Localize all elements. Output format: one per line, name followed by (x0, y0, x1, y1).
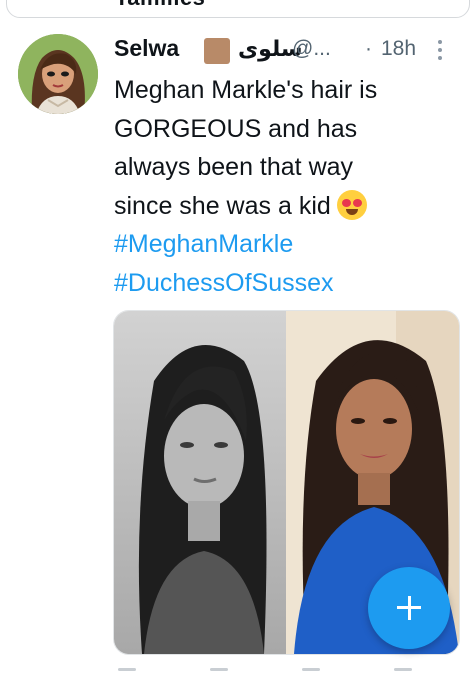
like-icon[interactable] (302, 668, 320, 671)
display-name[interactable]: Selwa (114, 35, 179, 62)
previous-tweet-text: Tamilies (115, 0, 205, 11)
avatar-illustration (18, 34, 98, 114)
tweet-text-line-with-emoji: since she was a kid (114, 187, 464, 226)
avatar[interactable] (18, 34, 98, 114)
separator-dot: · (365, 37, 372, 60)
brown-square-emoji-icon (204, 38, 230, 64)
share-icon[interactable] (394, 668, 412, 671)
tweet-text: Meghan Markle's hair is GORGEOUS and has… (114, 71, 464, 302)
compose-button[interactable] (368, 567, 450, 649)
tweet-text-line: GORGEOUS and has (114, 114, 358, 143)
hashtag-meghanmarkle-link[interactable]: #MeghanMarkle (114, 225, 464, 264)
retweet-icon[interactable] (210, 668, 228, 671)
tweet-header: Selwa سلوى @... · 18h (114, 34, 464, 68)
tweet-text-line: since she was a kid (114, 191, 331, 220)
action-bar-partial (114, 668, 464, 678)
tweet-time[interactable]: 18h (381, 37, 416, 61)
childhood-photo (114, 311, 286, 654)
hashtag-duchessofsussex-link[interactable]: #DuchessOfSussex (114, 264, 464, 303)
heart-eyes-emoji-icon (336, 189, 367, 220)
more-vertical-icon[interactable] (436, 38, 444, 62)
user-handle[interactable]: @... (292, 37, 331, 61)
previous-tweet-card[interactable]: Tamilies (6, 0, 470, 18)
tweet-text-line: Meghan Markle's hair is (114, 76, 378, 104)
reply-icon[interactable] (118, 668, 136, 671)
tweet-text-line: always been that way (114, 153, 354, 181)
tweet-page: Tamilies Selwa سلوى @... · 18h Meghan Ma… (0, 0, 474, 678)
